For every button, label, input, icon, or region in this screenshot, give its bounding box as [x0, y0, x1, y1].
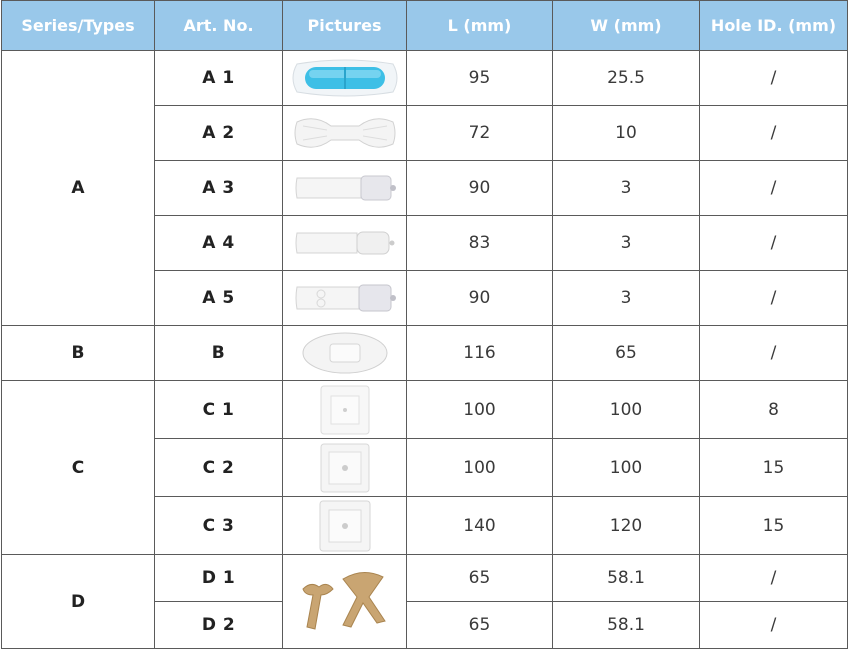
table-row: A A 1 95 25.5 /: [1, 50, 848, 326]
width-cell: 3: [552, 215, 700, 271]
header-hole-id: Hole ID. (mm): [699, 0, 848, 51]
length-cell: 140: [406, 496, 553, 555]
hole-cell: 15: [699, 438, 848, 497]
hole-cell: 15: [699, 496, 848, 555]
art-no-cell: A 5: [154, 270, 283, 326]
length-cell: 116: [406, 325, 553, 381]
art-no-cell: D 2: [154, 601, 283, 649]
width-cell: 3: [552, 160, 700, 216]
hole-cell: /: [699, 325, 848, 381]
width-cell: 100: [552, 438, 700, 497]
length-cell: 95: [406, 50, 553, 106]
length-cell: 65: [406, 554, 553, 602]
spec-table: Series/Types Art. No. Pictures L (mm) W …: [1, 0, 848, 649]
hole-cell: /: [699, 105, 848, 161]
art-no-cell: C 1: [154, 380, 283, 439]
hole-cell: 8: [699, 380, 848, 439]
picture-cell: [282, 215, 407, 271]
series-cell: C: [1, 380, 155, 555]
width-cell: 58.1: [552, 554, 700, 602]
square-dressing-icon: [320, 385, 369, 434]
picture-cell: [282, 270, 407, 326]
width-cell: 3: [552, 270, 700, 326]
table-row: D D 1 65 58.1 /: [1, 554, 848, 649]
picture-cell: [282, 160, 407, 216]
art-no-cell: B: [154, 325, 283, 381]
hole-cell: /: [699, 215, 848, 271]
width-cell: 65: [552, 325, 700, 381]
series-cell: A: [1, 50, 155, 326]
blue-gel-pad-icon: [292, 59, 397, 97]
length-cell: 72: [406, 105, 553, 161]
art-no-cell: A 4: [154, 215, 283, 271]
table-row: B B 116 65 /: [1, 325, 848, 381]
picture-cell: [282, 50, 407, 106]
picture-cell: [282, 105, 407, 161]
square-dressing-icon: [319, 500, 370, 551]
header-width: W (mm): [552, 0, 700, 51]
strip-with-tab-icon: [295, 231, 394, 255]
hole-cell: /: [699, 160, 848, 216]
length-cell: 100: [406, 438, 553, 497]
strip-with-tab-icon: [295, 284, 396, 312]
butterfly-strip-icon: [294, 118, 395, 148]
width-cell: 100: [552, 380, 700, 439]
length-cell: 90: [406, 160, 553, 216]
series-cell: B: [1, 325, 155, 381]
square-dressing-icon: [320, 443, 369, 492]
length-cell: 83: [406, 215, 553, 271]
picture-cell: [282, 438, 407, 497]
picture-cell: [282, 325, 407, 381]
header-art-no: Art. No.: [154, 0, 283, 51]
header-pictures: Pictures: [282, 0, 407, 51]
art-no-cell: A 3: [154, 160, 283, 216]
art-no-cell: D 1: [154, 554, 283, 602]
header-row: Series/Types Art. No. Pictures L (mm) W …: [1, 0, 848, 51]
picture-cell: [282, 496, 407, 555]
header-length: L (mm): [406, 0, 553, 51]
hole-cell: /: [699, 601, 848, 649]
length-cell: 90: [406, 270, 553, 326]
hole-cell: /: [699, 50, 848, 106]
hole-cell: /: [699, 270, 848, 326]
picture-cell: [282, 554, 407, 649]
strip-with-tab-icon: [295, 175, 396, 201]
header-series: Series/Types: [1, 0, 155, 51]
art-no-cell: C 3: [154, 496, 283, 555]
length-cell: 100: [406, 380, 553, 439]
art-no-cell: A 2: [154, 105, 283, 161]
hole-cell: /: [699, 554, 848, 602]
width-cell: 120: [552, 496, 700, 555]
series-cell: D: [1, 554, 155, 649]
tan-shaped-strips-icon: [301, 571, 386, 630]
art-no-cell: A 1: [154, 50, 283, 106]
length-cell: 65: [406, 601, 553, 649]
art-no-cell: C 2: [154, 438, 283, 497]
table-row: C C 1 100 100 8: [1, 380, 848, 555]
width-cell: 58.1: [552, 601, 700, 649]
picture-cell: [282, 380, 407, 439]
oval-pad-icon: [302, 332, 387, 374]
width-cell: 10: [552, 105, 700, 161]
width-cell: 25.5: [552, 50, 700, 106]
